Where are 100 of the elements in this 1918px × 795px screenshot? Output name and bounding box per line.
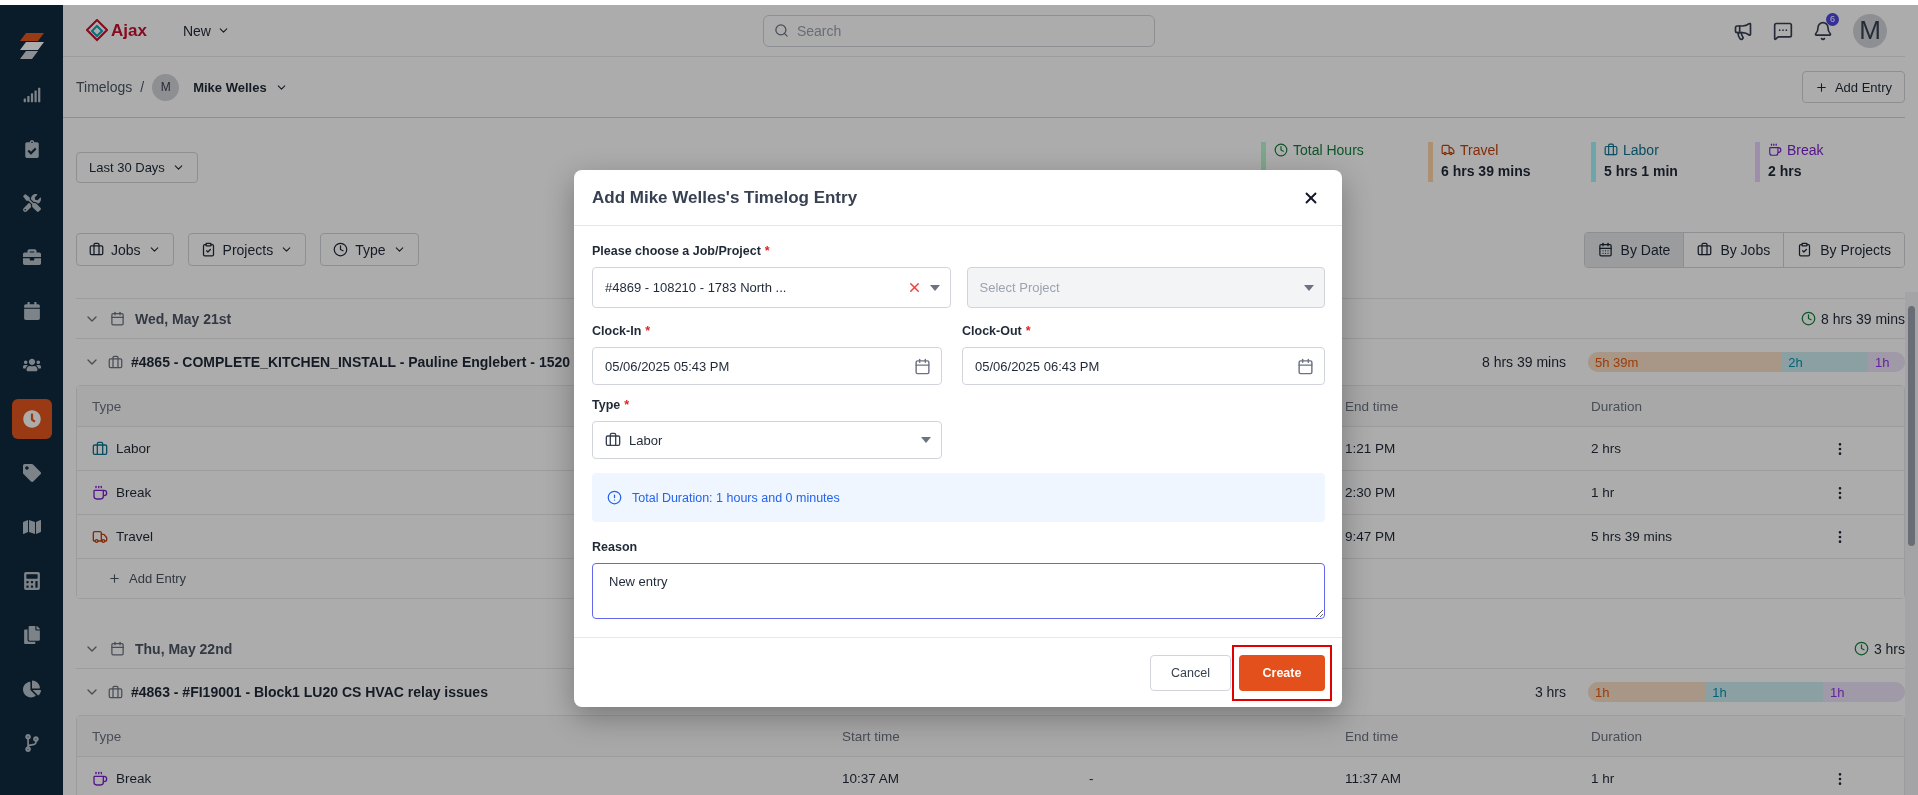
- plus-icon: [1814, 80, 1828, 94]
- table-cell: 2:30 PM: [1345, 485, 1396, 500]
- stat-label: Break: [1787, 142, 1824, 158]
- hours-segment: 1h: [1705, 682, 1824, 702]
- field-label: Clock-Out: [962, 324, 1022, 338]
- calendar-icon: [22, 302, 41, 320]
- day-title: Thu, May 22nd: [135, 640, 233, 657]
- type-cell: Break: [116, 771, 152, 786]
- type-cell: Travel: [116, 529, 153, 544]
- plus-icon: [108, 572, 121, 585]
- hours-segment: 2h: [1781, 352, 1868, 372]
- job-title: #4863 - #FI19001 - Block1 LU20 CS HVAC relay issues: [131, 684, 488, 700]
- date-time-field[interactable]: 05/06/2025 06:43 PM: [962, 347, 1325, 385]
- calculator-icon: [22, 572, 41, 590]
- stat-label: Labor: [1623, 142, 1659, 158]
- calendar-icon: [110, 641, 125, 656]
- view-tab[interactable]: By Projects: [1783, 232, 1904, 267]
- notification-icon[interactable]: [1813, 20, 1833, 41]
- calendar-icon[interactable]: [914, 357, 931, 375]
- briefcase-icon: [92, 440, 108, 457]
- column-header: End time: [1345, 728, 1399, 744]
- field-label: Clock-In: [592, 324, 642, 338]
- user-avatar: M: [152, 73, 180, 101]
- users-icon: [22, 356, 41, 374]
- calendar-icon: [1597, 242, 1613, 257]
- coffee-icon: [92, 770, 108, 787]
- megaphone-icon[interactable]: [1733, 20, 1753, 41]
- branch-icon: [22, 734, 41, 752]
- required-mark: *: [764, 244, 770, 258]
- table-cell: -: [1089, 771, 1094, 786]
- coffee-icon: [92, 484, 108, 501]
- add-entry-button[interactable]: Add Entry: [1801, 71, 1905, 103]
- tools-icon: [22, 194, 41, 212]
- map-icon: [22, 518, 41, 536]
- caret-icon: [929, 284, 940, 291]
- info-icon: [607, 490, 622, 505]
- date-range-button[interactable]: Last 30 Days: [76, 152, 198, 183]
- filter-button[interactable]: Type: [320, 233, 419, 266]
- type-cell: Labor: [116, 441, 151, 456]
- truck-icon: [92, 528, 108, 545]
- required-mark: *: [1025, 324, 1031, 338]
- field-label: Reason: [592, 540, 638, 554]
- hours-segment: 1h: [1867, 352, 1905, 372]
- job-title: #4865 - COMPLETE_KITCHEN_INSTALL - Pauline Englebert - 1520: [131, 354, 571, 370]
- clock-icon: [22, 410, 41, 428]
- calendar-icon[interactable]: [1297, 357, 1314, 375]
- sidebar-item[interactable]: [11, 399, 52, 439]
- briefcase-icon: [1697, 242, 1713, 257]
- tag-icon: [22, 464, 41, 482]
- hours-segment: 1h: [1588, 682, 1706, 702]
- info-text: Total Duration: 1 hours and 0 minutes: [632, 490, 840, 505]
- column-header: Type: [92, 728, 122, 744]
- briefcase-icon: [22, 248, 41, 266]
- table-cell: 5 hrs 39 mins: [1591, 529, 1673, 544]
- cancel-button[interactable]: Cancel: [1150, 654, 1231, 691]
- briefcase-icon: [108, 354, 123, 370]
- calendar-icon: [110, 311, 125, 326]
- filter-button[interactable]: Jobs: [76, 233, 174, 266]
- filter-button[interactable]: Projects: [187, 233, 307, 266]
- new-menu[interactable]: New: [176, 21, 236, 40]
- job-hours: 8 hrs 39 mins: [1481, 354, 1566, 370]
- day-total: 3 hrs: [1873, 640, 1905, 657]
- breadcrumb-separator: /: [140, 79, 145, 95]
- table-cell: 9:47 PM: [1345, 529, 1396, 544]
- reason-field[interactable]: New entry: [592, 563, 1325, 619]
- avatar[interactable]: M: [1853, 13, 1887, 48]
- stat-label: Travel: [1460, 142, 1499, 158]
- clock-icon: [333, 242, 349, 257]
- clipboard-icon: [200, 242, 216, 257]
- job-select[interactable]: #4869 - 108210 - 1783 North ...: [592, 267, 951, 308]
- date-time-field[interactable]: 05/06/2025 05:43 PM: [592, 347, 942, 385]
- view-tab[interactable]: By Date: [1584, 232, 1684, 267]
- briefcase-icon: [89, 242, 104, 257]
- column-header: Type: [92, 398, 122, 414]
- logo-text: Ajax: [111, 20, 147, 41]
- type-select[interactable]: Labor: [592, 421, 942, 459]
- create-button[interactable]: Create: [1239, 654, 1325, 691]
- stat-value: 6 hrs 39 mins: [1441, 163, 1532, 179]
- search-icon: [773, 23, 789, 38]
- clipboard-icon: [22, 140, 41, 158]
- column-header: Duration: [1591, 398, 1643, 414]
- chat-icon[interactable]: [1773, 20, 1793, 41]
- hours-segment: 5h 39m: [1588, 352, 1782, 372]
- column-header: Start time: [842, 728, 900, 744]
- user-menu[interactable]: Mike Welles: [187, 78, 294, 96]
- column-header: Duration: [1591, 728, 1643, 744]
- briefcase-icon: [605, 432, 621, 448]
- table-cell: 1:21 PM: [1345, 441, 1396, 456]
- clipboard-icon: [1797, 242, 1813, 257]
- day-total: 8 hrs 39 mins: [1820, 310, 1905, 327]
- coffee-icon: [1768, 143, 1782, 157]
- hours-segment: 1h: [1823, 682, 1905, 702]
- required-mark: *: [624, 398, 630, 412]
- clock-icon: [1800, 311, 1816, 326]
- table-cell: 2 hrs: [1591, 441, 1621, 456]
- briefcase-icon: [108, 684, 123, 700]
- field-label: Type: [592, 398, 621, 412]
- breadcrumb-link[interactable]: Timelogs: [76, 79, 133, 95]
- files-icon: [22, 626, 41, 644]
- day-title: Wed, May 21st: [135, 310, 232, 327]
